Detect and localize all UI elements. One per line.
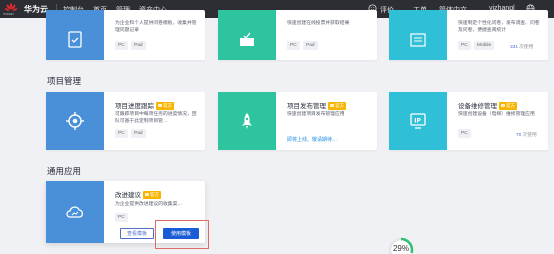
official-badge: 官方: [143, 191, 161, 199]
card-title: 项目进度跟踪 官方: [115, 102, 174, 110]
card-icon-pane: [46, 92, 104, 150]
card-title: 设备维修管理 官方: [458, 102, 517, 110]
platform-tag: PC: [458, 129, 471, 138]
usage-count: 331次使用: [510, 45, 534, 50]
card-description: 可跟踪项目中每项任务的进度情况，团队可基于此定制项目管…: [115, 112, 197, 124]
card-icon-pane: [46, 181, 104, 243]
card-icon-pane: [389, 10, 447, 60]
card-description: 快速创建项目发布管理应用: [287, 112, 345, 117]
card-description: 快速制定个性化问卷，发布调查、问卷及问卷，便捷查阅统计: [458, 21, 540, 33]
template-card-questionnaire[interactable]: 为企业和个人提供问卷模板，收集并管理问题记录 PC Pad: [46, 10, 205, 60]
card-icon-pane: [218, 10, 276, 60]
official-badge: 官方: [156, 102, 174, 110]
card-icon-pane: IP: [389, 92, 447, 150]
form-list-icon: [410, 33, 426, 47]
platform-tag: PC: [287, 41, 300, 50]
card-title: 项目发布管理 官方: [287, 102, 346, 110]
platform-tag: Pad: [303, 41, 318, 50]
highlight-box: [155, 220, 209, 249]
usage-count: 70次使用: [516, 133, 537, 138]
progress-label: 29%: [392, 244, 409, 253]
section-title-project-management: 项目管理: [47, 76, 82, 86]
platform-tag: PC: [115, 41, 128, 50]
platform-tag: Pad: [131, 129, 146, 138]
checklist-icon: [68, 31, 82, 48]
platform-tag: Pad: [131, 41, 146, 50]
template-card-equipment-repair[interactable]: IP 设备维修管理 官方 快速创建设备（电梯）维修管理应用 PC 70次使用: [389, 92, 548, 150]
brand-name[interactable]: 华为云: [24, 4, 48, 15]
card-icon-pane: [46, 10, 104, 60]
platform-tag: Mobile: [474, 41, 495, 50]
platform-tag: PC: [115, 129, 128, 138]
template-card-project-progress[interactable]: 项目进度跟踪 官方 可跟踪项目中每项任务的进度情况，团队可基于此定制项目管… PC…: [46, 92, 205, 150]
huawei-wordmark: HUAWEI: [3, 13, 14, 16]
ballot-box-icon: [240, 32, 254, 46]
official-badge: 官方: [328, 102, 346, 110]
card-description: 快速创建设备（电梯）维修管理应用: [458, 112, 535, 117]
card-description: 快速创建在线投票并获取结果: [287, 21, 350, 26]
coming-soon-text: 即将上线、敬请期待…: [287, 137, 338, 143]
official-badge: 官方: [499, 102, 517, 110]
template-card-project-release[interactable]: 项目发布管理 官方 快速创建项目发布管理应用 即将上线、敬请期待…: [218, 92, 377, 150]
ip-monitor-icon: IP: [410, 113, 426, 129]
platform-tag: PC: [458, 41, 471, 50]
platform-tag: PC: [115, 213, 128, 222]
section-title-general-apps: 通用应用: [47, 166, 82, 176]
svg-text:IP: IP: [414, 118, 421, 125]
target-icon: [66, 112, 84, 130]
card-description: 为企业和个人提供问卷模板，收集并管理问题记录: [115, 21, 197, 33]
card-icon-pane: [218, 92, 276, 150]
card-title: 改进建议 官方: [115, 191, 161, 199]
view-template-button[interactable]: 查看模板: [120, 228, 154, 239]
template-card-survey[interactable]: 快速制定个性化问卷，发布调查、问卷及问卷，便捷查阅统计 PC Mobile 33…: [389, 10, 548, 60]
cloud-chart-icon: [66, 206, 84, 218]
rocket-icon: [242, 113, 252, 129]
card-description: 为企业提供改进建议的收集渠…: [115, 202, 183, 207]
template-card-voting[interactable]: 快速创建在线投票并获取结果 PC Pad: [218, 10, 377, 60]
